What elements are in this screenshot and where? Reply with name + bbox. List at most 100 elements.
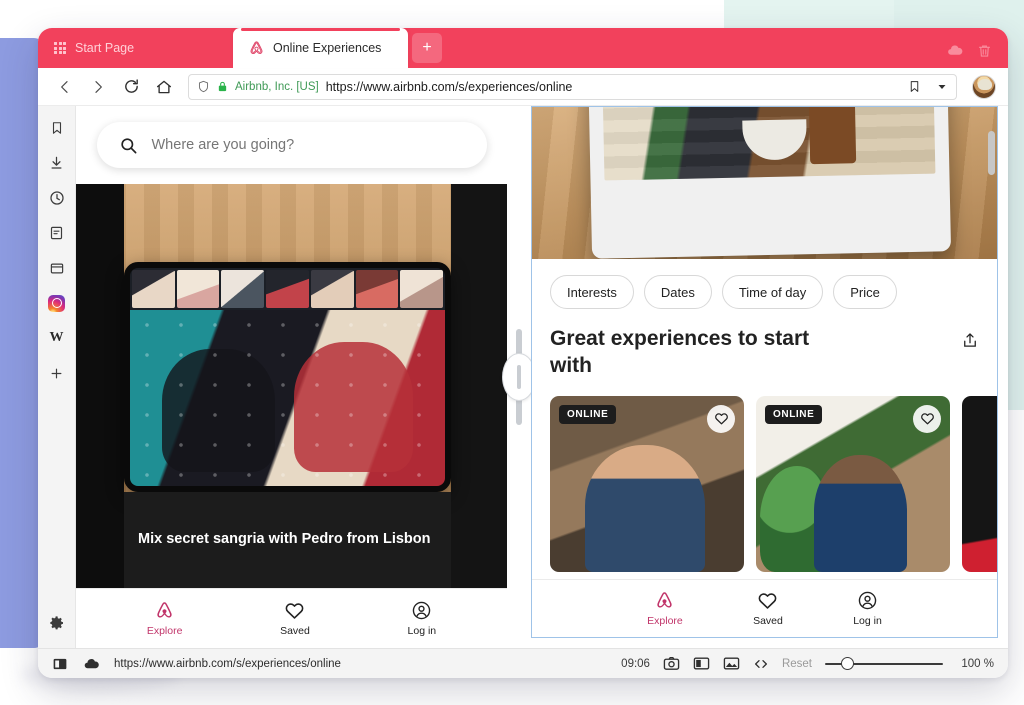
filter-chip-price[interactable]: Price xyxy=(833,275,897,309)
card-photo: ONLINE xyxy=(550,395,744,572)
slider-knob[interactable] xyxy=(841,657,854,670)
filter-chip-dates[interactable]: Dates xyxy=(643,275,712,309)
chip-label: Time of day xyxy=(738,284,807,300)
tablet-bottom-nav: Explore Saved Log in xyxy=(532,579,997,637)
plus-icon: + xyxy=(422,39,432,56)
status-badge: ONLINE xyxy=(765,404,823,424)
experience-card[interactable]: ONLINE xyxy=(550,395,744,579)
airbnb-logo-icon xyxy=(157,602,172,618)
back-button[interactable] xyxy=(50,72,80,102)
status-url: https://www.airbnb.com/s/experiences/onl… xyxy=(114,657,341,670)
nav-item-label: Explore xyxy=(647,615,683,627)
experience-card[interactable] xyxy=(962,395,997,579)
nav-item-login[interactable]: Log in xyxy=(408,600,436,637)
new-tab-button[interactable]: + xyxy=(412,33,442,63)
camera-icon[interactable] xyxy=(663,656,680,671)
filter-chip-interests[interactable]: Interests xyxy=(550,275,634,309)
bookmark-icon xyxy=(52,122,61,134)
sidebar-item-reading-list[interactable] xyxy=(44,220,70,246)
status-bar-tools: 09:06 Reset 100 % xyxy=(621,656,994,671)
nav-item-login[interactable]: Log in xyxy=(853,590,882,627)
status-badge: ONLINE xyxy=(559,404,617,424)
nav-item-label: Saved xyxy=(280,625,310,637)
home-button[interactable] xyxy=(149,72,179,102)
participant-thumbnail xyxy=(176,270,220,308)
card-subject xyxy=(814,455,908,572)
gear-icon xyxy=(49,616,63,630)
nav-item-label: Saved xyxy=(753,615,783,627)
nav-item-label: Explore xyxy=(146,625,183,637)
filter-chip-row: Interests Dates Time of day Price xyxy=(532,259,997,315)
sidebar-item-instagram[interactable] xyxy=(44,290,70,316)
wikipedia-icon: W xyxy=(49,330,64,345)
heart-icon xyxy=(920,413,934,425)
avatar[interactable] xyxy=(972,74,996,99)
video-stage xyxy=(130,310,445,486)
nav-item-saved[interactable]: Saved xyxy=(280,600,310,637)
favorite-button[interactable] xyxy=(913,404,941,433)
cloud-icon[interactable] xyxy=(82,657,100,671)
sidebar-item-bookmarks[interactable] xyxy=(44,115,70,141)
hero-letterbox-left xyxy=(76,184,124,588)
split-layout-icon[interactable] xyxy=(52,657,68,671)
sidebar-item-settings[interactable] xyxy=(44,610,70,636)
sidebar-item-downloads[interactable] xyxy=(44,150,70,176)
sidebar-item-add[interactable] xyxy=(44,360,70,386)
experience-card[interactable]: ONLINE xyxy=(756,395,950,579)
address-bar[interactable]: Airbnb, Inc. [US] https://www.airbnb.com… xyxy=(188,73,957,100)
url-bar: Airbnb, Inc. [US] https://www.airbnb.com… xyxy=(38,68,1008,106)
share-icon[interactable] xyxy=(961,331,979,350)
section-header: Great experiences to start with xyxy=(532,315,997,384)
plus-icon xyxy=(51,368,62,378)
participant-thumbnail xyxy=(310,270,354,308)
bookmark-icon[interactable] xyxy=(908,79,921,94)
experience-card-list: ONLINE ONLINE xyxy=(532,384,997,579)
code-icon[interactable] xyxy=(753,657,769,671)
search-input[interactable]: Where are you going? xyxy=(96,122,487,168)
vertical-scrollbar[interactable] xyxy=(988,131,995,175)
tab-start-page[interactable]: Start Page xyxy=(38,28,233,68)
forward-button[interactable] xyxy=(83,72,113,102)
viewport-tablet: Interests Dates Time of day Price Great … xyxy=(531,106,998,638)
participant-thumbnail xyxy=(400,270,444,308)
cloud-icon[interactable] xyxy=(946,42,963,59)
nav-item-explore[interactable]: Explore xyxy=(647,590,683,627)
reload-button[interactable] xyxy=(116,72,146,102)
user-circle-icon xyxy=(858,591,877,610)
sidebar-item-windows[interactable] xyxy=(44,255,70,281)
shield-icon[interactable] xyxy=(197,79,210,94)
sidebar-item-wikipedia[interactable]: W xyxy=(44,325,70,351)
airbnb-logo-icon xyxy=(250,41,263,54)
tab-label: Start Page xyxy=(75,41,135,55)
browser-body: W Where are you going? Mix secret sangri… xyxy=(38,106,1008,648)
download-icon xyxy=(51,156,62,169)
hero-caption: Mix secret sangria with Pedro from Lisbo… xyxy=(124,492,451,588)
filter-chip-time-of-day[interactable]: Time of day xyxy=(721,275,824,309)
grid-icon xyxy=(54,42,66,54)
chip-label: Interests xyxy=(567,284,617,300)
tabbar-actions xyxy=(946,42,1008,68)
chevron-down-icon[interactable] xyxy=(936,81,948,93)
hero-letterbox-right xyxy=(451,184,507,588)
airbnb-logo-icon xyxy=(657,592,673,608)
reset-button[interactable]: Reset xyxy=(782,658,812,670)
sidebar: W xyxy=(38,106,76,648)
tab-online-experiences[interactable]: Online Experiences xyxy=(233,28,408,68)
status-bar: https://www.airbnb.com/s/experiences/onl… xyxy=(38,648,1008,678)
card-subject xyxy=(584,444,706,572)
sidebar-item-history[interactable] xyxy=(44,185,70,211)
trash-icon[interactable] xyxy=(977,43,992,59)
image-icon[interactable] xyxy=(723,656,740,671)
participant-thumbnail xyxy=(266,270,309,308)
heart-icon xyxy=(286,603,304,619)
clock-label: 09:06 xyxy=(621,657,650,670)
split-view-icon[interactable] xyxy=(693,656,710,671)
favorite-button[interactable] xyxy=(707,404,735,433)
responsive-viewports: Where are you going? Mix secret sangria … xyxy=(76,106,1008,648)
nav-item-explore[interactable]: Explore xyxy=(146,600,183,637)
viewport-splitter[interactable] xyxy=(502,106,536,648)
hero-media[interactable]: Mix secret sangria with Pedro from Lisbo… xyxy=(76,184,507,588)
zoom-slider[interactable] xyxy=(825,657,943,671)
tablet-device xyxy=(587,107,952,259)
nav-item-saved[interactable]: Saved xyxy=(753,590,783,627)
